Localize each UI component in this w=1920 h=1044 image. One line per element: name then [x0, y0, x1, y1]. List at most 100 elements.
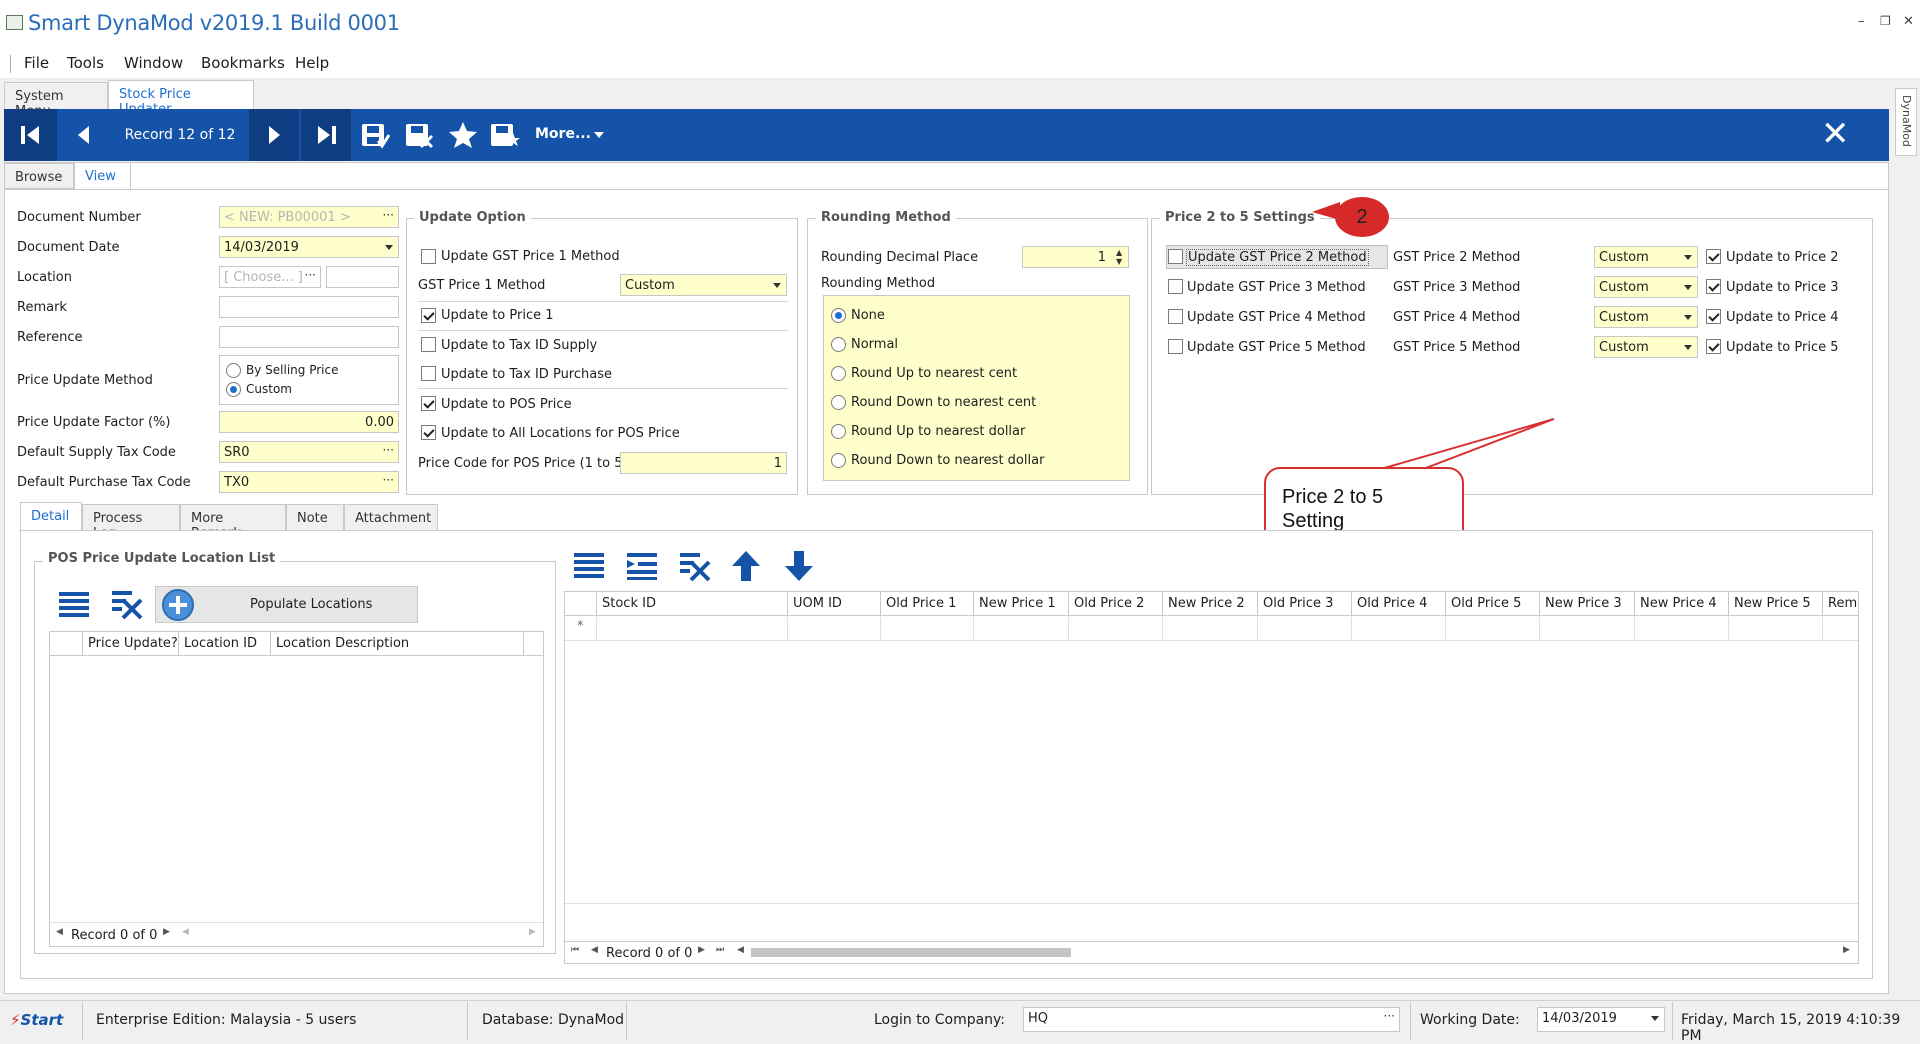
save-close-button[interactable]	[396, 109, 442, 161]
restore-icon[interactable]: ❐	[1880, 14, 1891, 28]
scroll-left-icon[interactable]: ◀	[182, 927, 189, 937]
move-up-button[interactable]	[731, 550, 761, 586]
col-old-price-3[interactable]: Old Price 3	[1257, 592, 1351, 616]
supply-tax-field[interactable]: SR0 ···	[219, 441, 399, 463]
tab-process-log[interactable]: Process Log	[82, 504, 180, 541]
col-location-description[interactable]: Location Description	[270, 632, 414, 656]
tax-purchase-checkbox[interactable]	[421, 366, 436, 381]
save-as-button[interactable]	[482, 109, 528, 161]
scroll-right-icon[interactable]: ▶	[1843, 945, 1850, 955]
update-price5-checkbox[interactable]	[1706, 339, 1721, 354]
purchase-tax-ellipsis-icon[interactable]: ···	[383, 473, 394, 487]
nav-last-icon[interactable]: ⏭	[716, 945, 724, 955]
doc-number-ellipsis-icon[interactable]: ···	[383, 208, 394, 222]
tab-note[interactable]: Note	[286, 504, 344, 531]
nav-next-icon[interactable]: ▶	[163, 927, 170, 937]
working-date-field[interactable]: 14/03/2019	[1537, 1007, 1665, 1032]
gst1-method-checkbox[interactable]	[421, 249, 436, 264]
more-button[interactable]: More...	[535, 126, 591, 142]
col-stock-id[interactable]: Stock ID	[596, 592, 818, 616]
gst5-method-select[interactable]: Custom	[1594, 336, 1698, 358]
col-old-price-5[interactable]: Old Price 5	[1445, 592, 1539, 616]
purchase-tax-field[interactable]: TX0 ···	[219, 471, 399, 493]
last-record-button[interactable]	[301, 109, 351, 161]
col-price-update[interactable]: Price Update?	[82, 632, 183, 656]
horizontal-scrollbar-thumb[interactable]	[751, 948, 1071, 957]
scroll-right-icon[interactable]: ▶	[529, 927, 536, 937]
tab-stock-price-updater[interactable]: Stock Price Updater	[108, 80, 254, 117]
decimal-place-spinner[interactable]: 1	[1022, 246, 1129, 268]
doc-date-field[interactable]: 14/03/2019	[219, 236, 399, 258]
gst1-method-select[interactable]: Custom	[620, 274, 787, 296]
col-new-price-3[interactable]: New Price 3	[1539, 592, 1634, 616]
doc-date-dropdown-icon[interactable]	[385, 245, 393, 250]
reference-field[interactable]	[219, 326, 399, 348]
login-company-field[interactable]: HQ ···	[1023, 1007, 1400, 1032]
price-code-field[interactable]: 1	[620, 452, 787, 474]
tab-system-menu[interactable]: System Menu	[4, 82, 108, 119]
close-window-icon[interactable]: ✕	[1903, 14, 1914, 29]
start-button[interactable]: ⚡Start	[10, 1011, 63, 1029]
menu-help[interactable]: Help	[295, 54, 329, 72]
gst3-method-checkbox[interactable]	[1168, 279, 1183, 294]
round-up-dollar-radio[interactable]	[831, 424, 846, 439]
nav-first-icon[interactable]: ⏮	[571, 945, 579, 955]
doc-number-field[interactable]: < NEW: PB00001 > ···	[219, 206, 399, 228]
menu-bookmarks[interactable]: Bookmarks	[201, 54, 285, 72]
location-list-menu-button[interactable]	[58, 590, 90, 624]
col-new-price-1[interactable]: New Price 1	[973, 592, 1068, 616]
round-down-cent-radio[interactable]	[831, 395, 846, 410]
menu-window[interactable]: Window	[124, 54, 183, 72]
factor-field[interactable]: 0.00	[219, 411, 399, 433]
gst2-method-select[interactable]: Custom	[1594, 246, 1698, 268]
gst5-dropdown-icon[interactable]	[1684, 345, 1692, 350]
next-record-button[interactable]	[249, 109, 299, 161]
location-desc-field[interactable]	[326, 266, 399, 288]
round-down-dollar-radio[interactable]	[831, 453, 846, 468]
col-old-price-4[interactable]: Old Price 4	[1351, 592, 1445, 616]
gst3-method-select[interactable]: Custom	[1594, 276, 1698, 298]
stock-grid-menu-button[interactable]	[573, 551, 605, 585]
gst2-dropdown-icon[interactable]	[1684, 255, 1692, 260]
radio-custom[interactable]	[226, 382, 241, 397]
stock-grid-insert-button[interactable]	[626, 551, 658, 585]
tab-more-remark[interactable]: More Remark	[180, 504, 286, 541]
spinner-arrows-icon[interactable]: ▲ ▼	[1116, 248, 1122, 266]
gst5-method-checkbox[interactable]	[1168, 339, 1183, 354]
populate-locations-button[interactable]: Populate Locations	[155, 586, 418, 623]
working-date-dropdown-icon[interactable]	[1651, 1016, 1659, 1021]
price1-checkbox[interactable]	[421, 308, 436, 323]
gst3-dropdown-icon[interactable]	[1684, 285, 1692, 290]
radio-by-selling-price[interactable]	[226, 363, 241, 378]
side-tab-dynamod[interactable]: DynaMod	[1895, 88, 1917, 156]
update-price4-checkbox[interactable]	[1706, 309, 1721, 324]
tax-supply-checkbox[interactable]	[421, 337, 436, 352]
col-old-price-2[interactable]: Old Price 2	[1068, 592, 1162, 616]
col-location-id[interactable]: Location ID	[178, 632, 262, 656]
col-remark[interactable]: Rema	[1822, 592, 1858, 616]
tab-view[interactable]: View	[74, 162, 131, 190]
col-new-price-5[interactable]: New Price 5	[1728, 592, 1822, 616]
supply-tax-ellipsis-icon[interactable]: ···	[383, 443, 394, 457]
stock-grid-new-row[interactable]: *	[565, 617, 1858, 641]
remark-field[interactable]	[219, 296, 399, 318]
col-new-price-2[interactable]: New Price 2	[1162, 592, 1257, 616]
nav-next-icon[interactable]: ▶	[698, 945, 705, 955]
first-record-button[interactable]	[4, 109, 57, 161]
gst4-method-select[interactable]: Custom	[1594, 306, 1698, 328]
col-uom-id[interactable]: UOM ID	[787, 592, 880, 616]
menu-tools[interactable]: Tools	[67, 54, 104, 72]
stock-grid-clear-button[interactable]	[678, 550, 712, 586]
prev-record-button[interactable]	[59, 109, 109, 161]
location-list-clear-button[interactable]	[110, 588, 144, 624]
close-form-icon[interactable]: ✕	[1821, 117, 1850, 151]
tab-browse[interactable]: Browse	[4, 163, 74, 189]
bookmark-button[interactable]	[440, 109, 486, 161]
pos-price-checkbox[interactable]	[421, 396, 436, 411]
col-old-price-1[interactable]: Old Price 1	[880, 592, 973, 616]
rounding-none-radio[interactable]	[831, 308, 846, 323]
minimize-icon[interactable]: –	[1858, 14, 1865, 29]
gst1-dropdown-icon[interactable]	[773, 283, 781, 288]
all-locations-checkbox[interactable]	[421, 425, 436, 440]
more-dropdown-icon[interactable]	[594, 132, 604, 138]
